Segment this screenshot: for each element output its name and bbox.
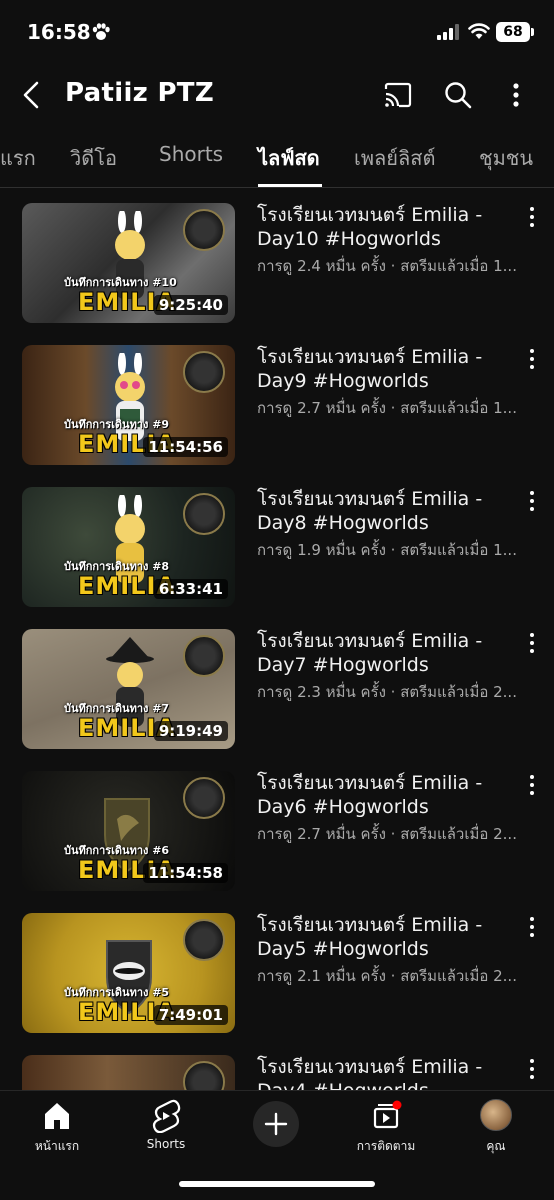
duration-badge: 6:33:41 <box>153 579 228 599</box>
video-title[interactable]: โรงเรียนเวทมนตร์ Emilia - Day9 #Hogworld… <box>257 345 515 393</box>
cellular-signal-icon <box>437 24 459 40</box>
more-options-icon[interactable] <box>504 79 528 111</box>
video-title-line: Day8 #Hogworlds <box>257 512 429 534</box>
tab-videos[interactable]: วิดีโอ <box>70 142 117 174</box>
video-item[interactable]: บันทึกการเดินทาง #6 EMILIA 11:54:58 โรงเ… <box>0 756 554 898</box>
paw-icon <box>92 23 110 40</box>
tab-shorts[interactable]: Shorts <box>159 142 223 166</box>
active-tab-indicator <box>258 184 322 187</box>
cast-icon[interactable] <box>382 80 414 110</box>
video-title[interactable]: โรงเรียนเวทมนตร์ Emilia - Day6 #Hogworld… <box>257 771 515 819</box>
video-title-line: Day7 #Hogworlds <box>257 654 429 676</box>
duration-badge: 9:25:40 <box>153 295 228 315</box>
video-thumbnail[interactable]: บันทึกการเดินทาง #9 EMILIA 11:54:56 <box>22 345 235 465</box>
tab-home[interactable]: แรก <box>0 142 36 174</box>
wifi-icon <box>468 23 490 39</box>
duration-badge: 11:54:58 <box>143 863 228 883</box>
video-title[interactable]: โรงเรียนเวทมนตร์ Emilia - Day5 #Hogworld… <box>257 913 515 961</box>
video-item[interactable]: บันทึกการเดินทาง #10 EMILIA 9:25:40 โรงเ… <box>0 188 554 330</box>
subscriptions-icon <box>373 1100 402 1129</box>
video-item[interactable]: บันทึกการเดินทาง #5 EMILIA 7:49:01 โรงเร… <box>0 898 554 1040</box>
video-list: บันทึกการเดินทาง #10 EMILIA 9:25:40 โรงเ… <box>0 188 554 1090</box>
video-title-line: Day4 #Hogworlds <box>257 1079 515 1090</box>
video-menu-icon[interactable] <box>524 631 540 655</box>
video-menu-icon[interactable] <box>524 489 540 513</box>
video-title-line: โรงเรียนเวทมนตร์ Emilia - <box>257 488 483 510</box>
back-arrow-icon[interactable] <box>16 78 48 112</box>
home-icon <box>45 1103 69 1129</box>
video-metadata: การดู 1.9 หมื่น ครั้ง · สตรีมแล้วเมื่อ 1… <box>257 541 517 559</box>
nav-shorts-label: Shorts <box>146 1137 186 1151</box>
video-metadata: การดู 2.7 หมื่น ครั้ง · สตรีมแล้วเมื่อ 1… <box>257 399 517 417</box>
duration-badge: 7:49:01 <box>153 1005 228 1025</box>
battery-level: 68 <box>503 24 523 40</box>
create-button[interactable] <box>253 1101 299 1147</box>
video-menu-icon[interactable] <box>524 915 540 939</box>
video-title-line: โรงเรียนเวทมนตร์ Emilia - <box>257 204 483 226</box>
video-title[interactable]: โรงเรียนเวทมนตร์ Emilia - Day7 #Hogworld… <box>257 629 515 677</box>
video-metadata: การดู 2.4 หมื่น ครั้ง · สตรีมแล้วเมื่อ 1… <box>257 257 517 275</box>
video-thumbnail[interactable]: บันทึกการเดินทาง #6 EMILIA 11:54:58 <box>22 771 235 891</box>
nav-you-label: คุณ <box>486 1139 506 1153</box>
video-title-line: Day5 #Hogworlds <box>257 938 429 960</box>
nav-shorts[interactable]: Shorts <box>116 1099 216 1151</box>
video-metadata: การดู 2.3 หมื่น ครั้ง · สตรีมแล้วเมื่อ 2… <box>257 683 517 701</box>
nav-home[interactable]: หน้าแรก <box>7 1099 107 1156</box>
house-crest-icon <box>183 777 225 819</box>
duration-badge: 11:54:56 <box>143 437 228 457</box>
video-title-line: โรงเรียนเวทมนตร์ Emilia - <box>257 772 483 794</box>
duration-badge: 9:19:49 <box>153 721 228 741</box>
video-item[interactable]: บันทึกการเดินทาง #8 EMILIA 6:33:41 โรงเร… <box>0 472 554 614</box>
battery-indicator: 68 <box>496 22 530 42</box>
video-title-line: Day6 #Hogworlds <box>257 796 429 818</box>
video-title-line: Day9 #Hogworlds <box>257 370 429 392</box>
video-title-line: โรงเรียนเวทมนตร์ Emilia - <box>257 1056 483 1078</box>
video-title-line: โรงเรียนเวทมนตร์ Emilia - <box>257 630 483 652</box>
avatar <box>480 1099 512 1131</box>
house-crest-icon <box>183 493 225 535</box>
video-title[interactable]: โรงเรียนเวทมนตร์ Emilia - Day10 #Hogworl… <box>257 203 515 251</box>
video-title-line: โรงเรียนเวทมนตร์ Emilia - <box>257 346 483 368</box>
video-title[interactable]: โรงเรียนเวทมนตร์ Emilia - Day8 #Hogworld… <box>257 487 515 535</box>
video-thumbnail[interactable]: บันทึกการเดินทาง #5 EMILIA 7:49:01 <box>22 913 235 1033</box>
tab-playlists[interactable]: เพลย์ลิสต์ <box>354 142 435 174</box>
video-title-line: โรงเรียนเวทมนตร์ Emilia - <box>257 914 483 936</box>
nav-home-label: หน้าแรก <box>34 1139 80 1153</box>
house-crest-icon <box>183 919 225 961</box>
tab-live[interactable]: ไลฟ์สด <box>258 142 320 174</box>
video-thumbnail[interactable]: บันทึกการเดินทาง #7 EMILIA 9:19:49 <box>22 629 235 749</box>
video-metadata: การดู 2.7 หมื่น ครั้ง · สตรีมแล้วเมื่อ 2… <box>257 825 517 843</box>
plus-icon <box>264 1112 288 1136</box>
video-item[interactable]: บันทึกการเดินทาง #9 EMILIA 11:54:56 โรงเ… <box>0 330 554 472</box>
video-thumbnail[interactable] <box>22 1055 235 1090</box>
video-thumbnail[interactable]: บันทึกการเดินทาง #8 EMILIA 6:33:41 <box>22 487 235 607</box>
status-time: 16:58 <box>27 20 91 44</box>
channel-tabs: แรก วิดีโอ Shorts ไลฟ์สด เพลย์ลิสต์ ชุมช… <box>0 124 554 188</box>
nav-subscriptions-label: การติดตาม <box>356 1139 416 1153</box>
video-item[interactable]: บันทึกการเดินทาง #7 EMILIA 9:19:49 โรงเร… <box>0 614 554 756</box>
video-title-line: Day10 #Hogworlds <box>257 228 441 250</box>
battery-tip <box>531 28 534 36</box>
video-metadata: การดู 2.1 หมื่น ครั้ง · สตรีมแล้วเมื่อ 2… <box>257 967 517 985</box>
status-bar: 16:58 68 <box>0 0 554 66</box>
tab-community[interactable]: ชุมชน <box>479 142 533 174</box>
channel-title: Patiiz PTZ <box>65 78 214 108</box>
nav-you[interactable]: คุณ <box>446 1099 546 1156</box>
video-menu-icon[interactable] <box>524 773 540 797</box>
house-crest-icon <box>183 351 225 393</box>
video-menu-icon[interactable] <box>524 347 540 371</box>
house-crest-icon <box>183 209 225 251</box>
video-title[interactable]: โรงเรียนเวทมนตร์ Emilia - Day4 #Hogworld… <box>257 1055 515 1090</box>
video-menu-icon[interactable] <box>524 1057 540 1081</box>
notification-dot <box>392 1100 402 1110</box>
video-item[interactable]: โรงเรียนเวทมนตร์ Emilia - Day4 #Hogworld… <box>0 1040 554 1090</box>
shorts-icon <box>152 1099 181 1133</box>
search-icon[interactable] <box>442 79 474 111</box>
home-indicator <box>179 1181 375 1187</box>
video-menu-icon[interactable] <box>524 205 540 229</box>
video-thumbnail[interactable]: บันทึกการเดินทาง #10 EMILIA 9:25:40 <box>22 203 235 323</box>
house-crest-icon <box>183 635 225 677</box>
channel-header: Patiiz PTZ <box>0 66 554 124</box>
nav-subscriptions[interactable]: การติดตาม <box>336 1099 436 1156</box>
